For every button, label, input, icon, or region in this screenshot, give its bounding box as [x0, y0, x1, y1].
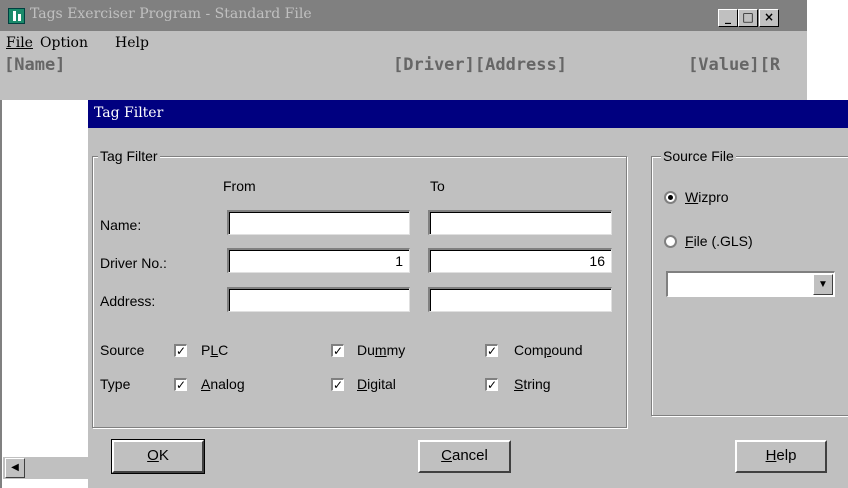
- help-button[interactable]: Help: [735, 440, 827, 473]
- tag-filter-dialog: Tag Filter Tag Filter From To Name: Driv…: [88, 100, 848, 488]
- dialog-title-bar[interactable]: Tag Filter: [88, 100, 848, 128]
- string-mnemonic: S: [514, 376, 524, 392]
- column-driver-address[interactable]: [Driver][Address]: [393, 55, 567, 75]
- address-to-field[interactable]: [428, 287, 612, 312]
- column-value[interactable]: [Value][R: [688, 55, 780, 75]
- checkbox-plc-label: PLC: [201, 342, 228, 358]
- checkbox-string-label: String: [514, 376, 551, 392]
- driver-to-value: 16: [589, 253, 605, 269]
- name-to-field[interactable]: [428, 210, 612, 235]
- menu-option-label: Option: [40, 35, 88, 51]
- cancel-text-b: ancel: [451, 447, 488, 464]
- checkbox-plc-box[interactable]: ✓: [174, 344, 187, 357]
- wizpro-text-b: izpro: [698, 189, 729, 205]
- checkbox-compound-label: Compound: [514, 342, 583, 358]
- main-window-title: Tags Exerciser Program - Standard File: [30, 6, 312, 22]
- menu-option[interactable]: Option: [40, 35, 88, 51]
- driver-to-field[interactable]: 16: [428, 248, 612, 273]
- checkbox-compound-box[interactable]: ✓: [485, 344, 498, 357]
- plc-text-b: C: [218, 342, 229, 358]
- name-label: Name:: [100, 217, 142, 233]
- checkbox-digital-box[interactable]: ✓: [331, 378, 344, 391]
- scroll-left-icon[interactable]: ◀: [5, 458, 25, 478]
- radio-file-gls-label: File (.GLS): [685, 233, 753, 249]
- from-header: From: [223, 178, 256, 194]
- plc-text-a: P: [201, 342, 211, 358]
- source-file-group-label: Source File: [661, 148, 736, 164]
- dummy-text-b: my: [386, 342, 406, 358]
- ok-mnemonic: O: [147, 447, 159, 464]
- source-label: Source: [100, 342, 145, 358]
- radio-wizpro-label: Wizpro: [685, 189, 729, 205]
- ok-text-b: K: [158, 447, 169, 464]
- dummy-mnemonic: m: [374, 342, 387, 358]
- column-header: [Name] [Driver][Address] [Value][R: [0, 55, 807, 77]
- menu-file[interactable]: File: [6, 35, 33, 51]
- menu-help-label: Help: [115, 35, 149, 51]
- tag-filter-group-label: Tag Filter: [98, 148, 160, 164]
- checkbox-analog-label: Analog: [201, 376, 245, 392]
- analog-text-b: nalog: [210, 376, 245, 392]
- help-mnemonic: H: [765, 447, 777, 464]
- menu-help[interactable]: Help: [115, 35, 149, 51]
- chevron-down-icon[interactable]: ▼: [813, 274, 833, 295]
- maximize-button[interactable]: □: [738, 9, 758, 27]
- help-text-b: elp: [776, 447, 797, 464]
- menu-file-label: File: [6, 35, 33, 51]
- checkbox-string-box[interactable]: ✓: [485, 378, 498, 391]
- digital-text-b: igital: [367, 376, 396, 392]
- column-name[interactable]: [Name]: [4, 55, 65, 75]
- driver-no-label: Driver No.:: [100, 255, 167, 271]
- close-button[interactable]: ×: [759, 9, 779, 27]
- checkbox-dummy-box[interactable]: ✓: [331, 344, 344, 357]
- address-from-field[interactable]: [227, 287, 410, 312]
- string-text-b: tring: [523, 376, 551, 392]
- driver-from-field[interactable]: 1: [227, 248, 410, 273]
- app-icon: [8, 8, 25, 24]
- wizpro-mnemonic: W: [685, 189, 699, 205]
- cancel-button[interactable]: Cancel: [418, 440, 511, 473]
- checkbox-dummy-label: Dummy: [357, 342, 405, 358]
- compound-text-b: ound: [551, 342, 583, 358]
- file-text-b: ile (.GLS): [693, 233, 753, 249]
- ok-button[interactable]: OK: [111, 439, 205, 474]
- driver-from-value: 1: [395, 253, 403, 269]
- file-mnemonic: F: [685, 233, 694, 249]
- to-header: To: [430, 178, 445, 194]
- tag-list[interactable]: [0, 100, 88, 488]
- radio-file-gls-circle[interactable]: [664, 235, 677, 248]
- menu-bar: File Option Help: [0, 31, 807, 55]
- digital-mnemonic: D: [357, 376, 368, 392]
- dialog-title: Tag Filter: [94, 105, 164, 121]
- cancel-mnemonic: C: [441, 447, 452, 464]
- address-label: Address:: [100, 293, 156, 309]
- minimize-button[interactable]: _: [718, 9, 738, 27]
- analog-mnemonic: A: [201, 376, 211, 392]
- source-file-combobox[interactable]: ▼: [666, 271, 835, 297]
- compound-text-a: Com: [514, 342, 544, 358]
- dummy-text-a: Du: [357, 342, 375, 358]
- type-label: Type: [100, 376, 131, 392]
- name-from-field[interactable]: [227, 210, 410, 235]
- radio-wizpro-circle[interactable]: [664, 191, 677, 204]
- horizontal-scrollbar[interactable]: ◀: [3, 457, 88, 479]
- main-title-bar[interactable]: Tags Exerciser Program - Standard File _…: [0, 0, 807, 31]
- checkbox-analog-box[interactable]: ✓: [174, 378, 187, 391]
- plc-mnemonic: L: [210, 342, 219, 358]
- checkbox-digital-label: Digital: [357, 376, 396, 392]
